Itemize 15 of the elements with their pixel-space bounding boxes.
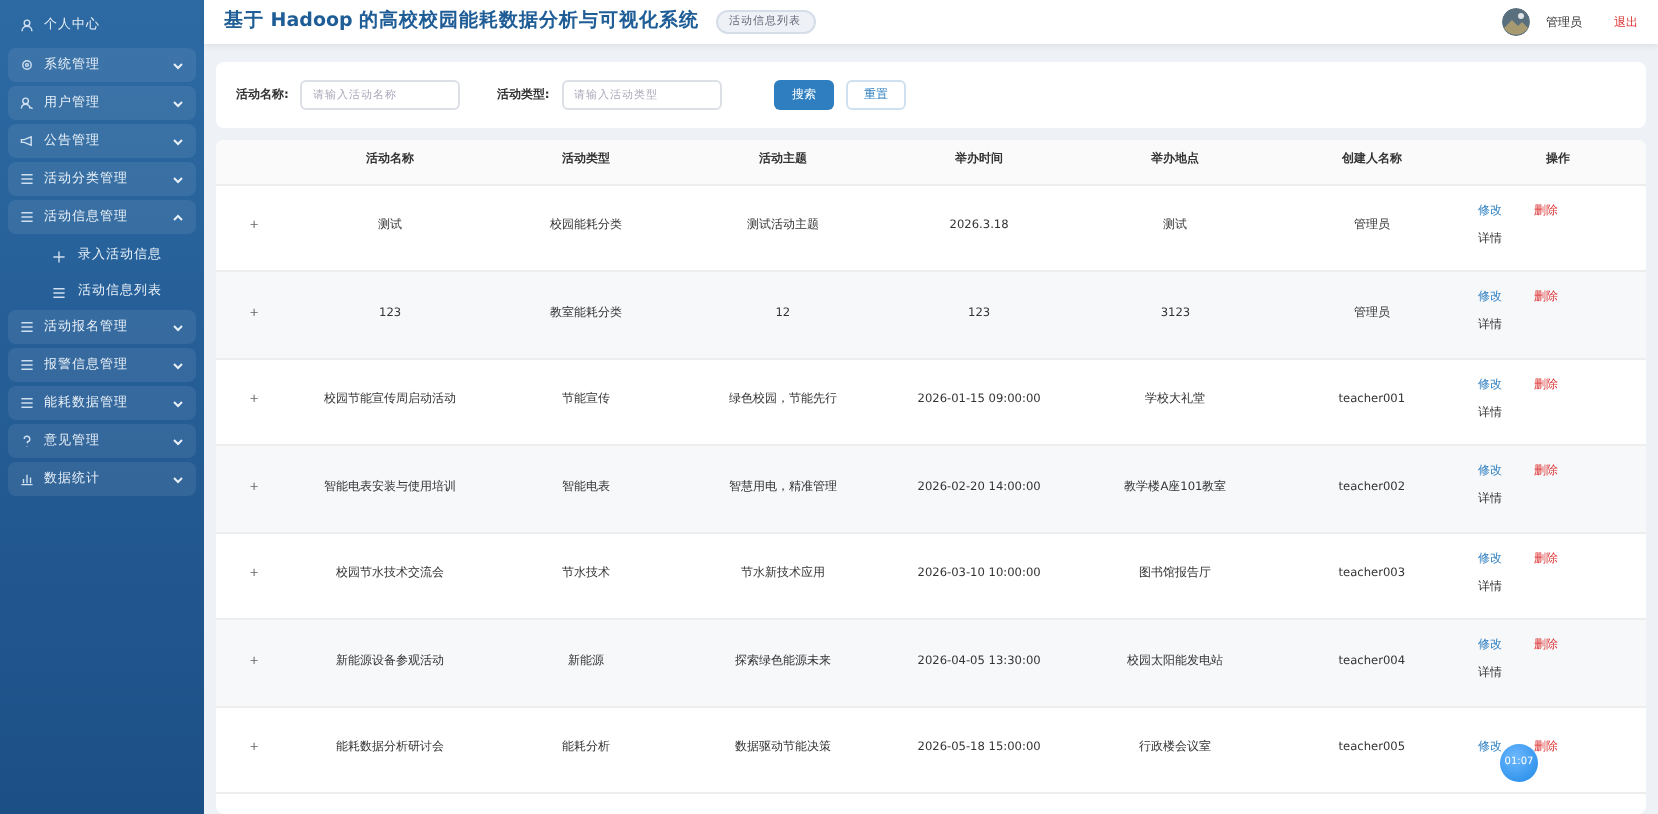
person-icon [20, 18, 34, 32]
gear-icon [20, 58, 34, 72]
list-icon [20, 172, 34, 186]
avatar[interactable] [1502, 8, 1530, 36]
list-icon [20, 396, 34, 410]
list-icon [20, 358, 34, 372]
question-icon [20, 434, 34, 448]
list-icon [20, 320, 34, 334]
list-icon [52, 285, 66, 299]
users-icon [20, 96, 34, 110]
megaphone-icon [20, 134, 34, 148]
bar-chart-icon [20, 472, 34, 486]
list-icon [20, 210, 34, 224]
app-title: 基于 Hadoop 的高校校园能耗数据分析与可视化系统 [224, 7, 700, 36]
plus-icon [52, 249, 66, 263]
